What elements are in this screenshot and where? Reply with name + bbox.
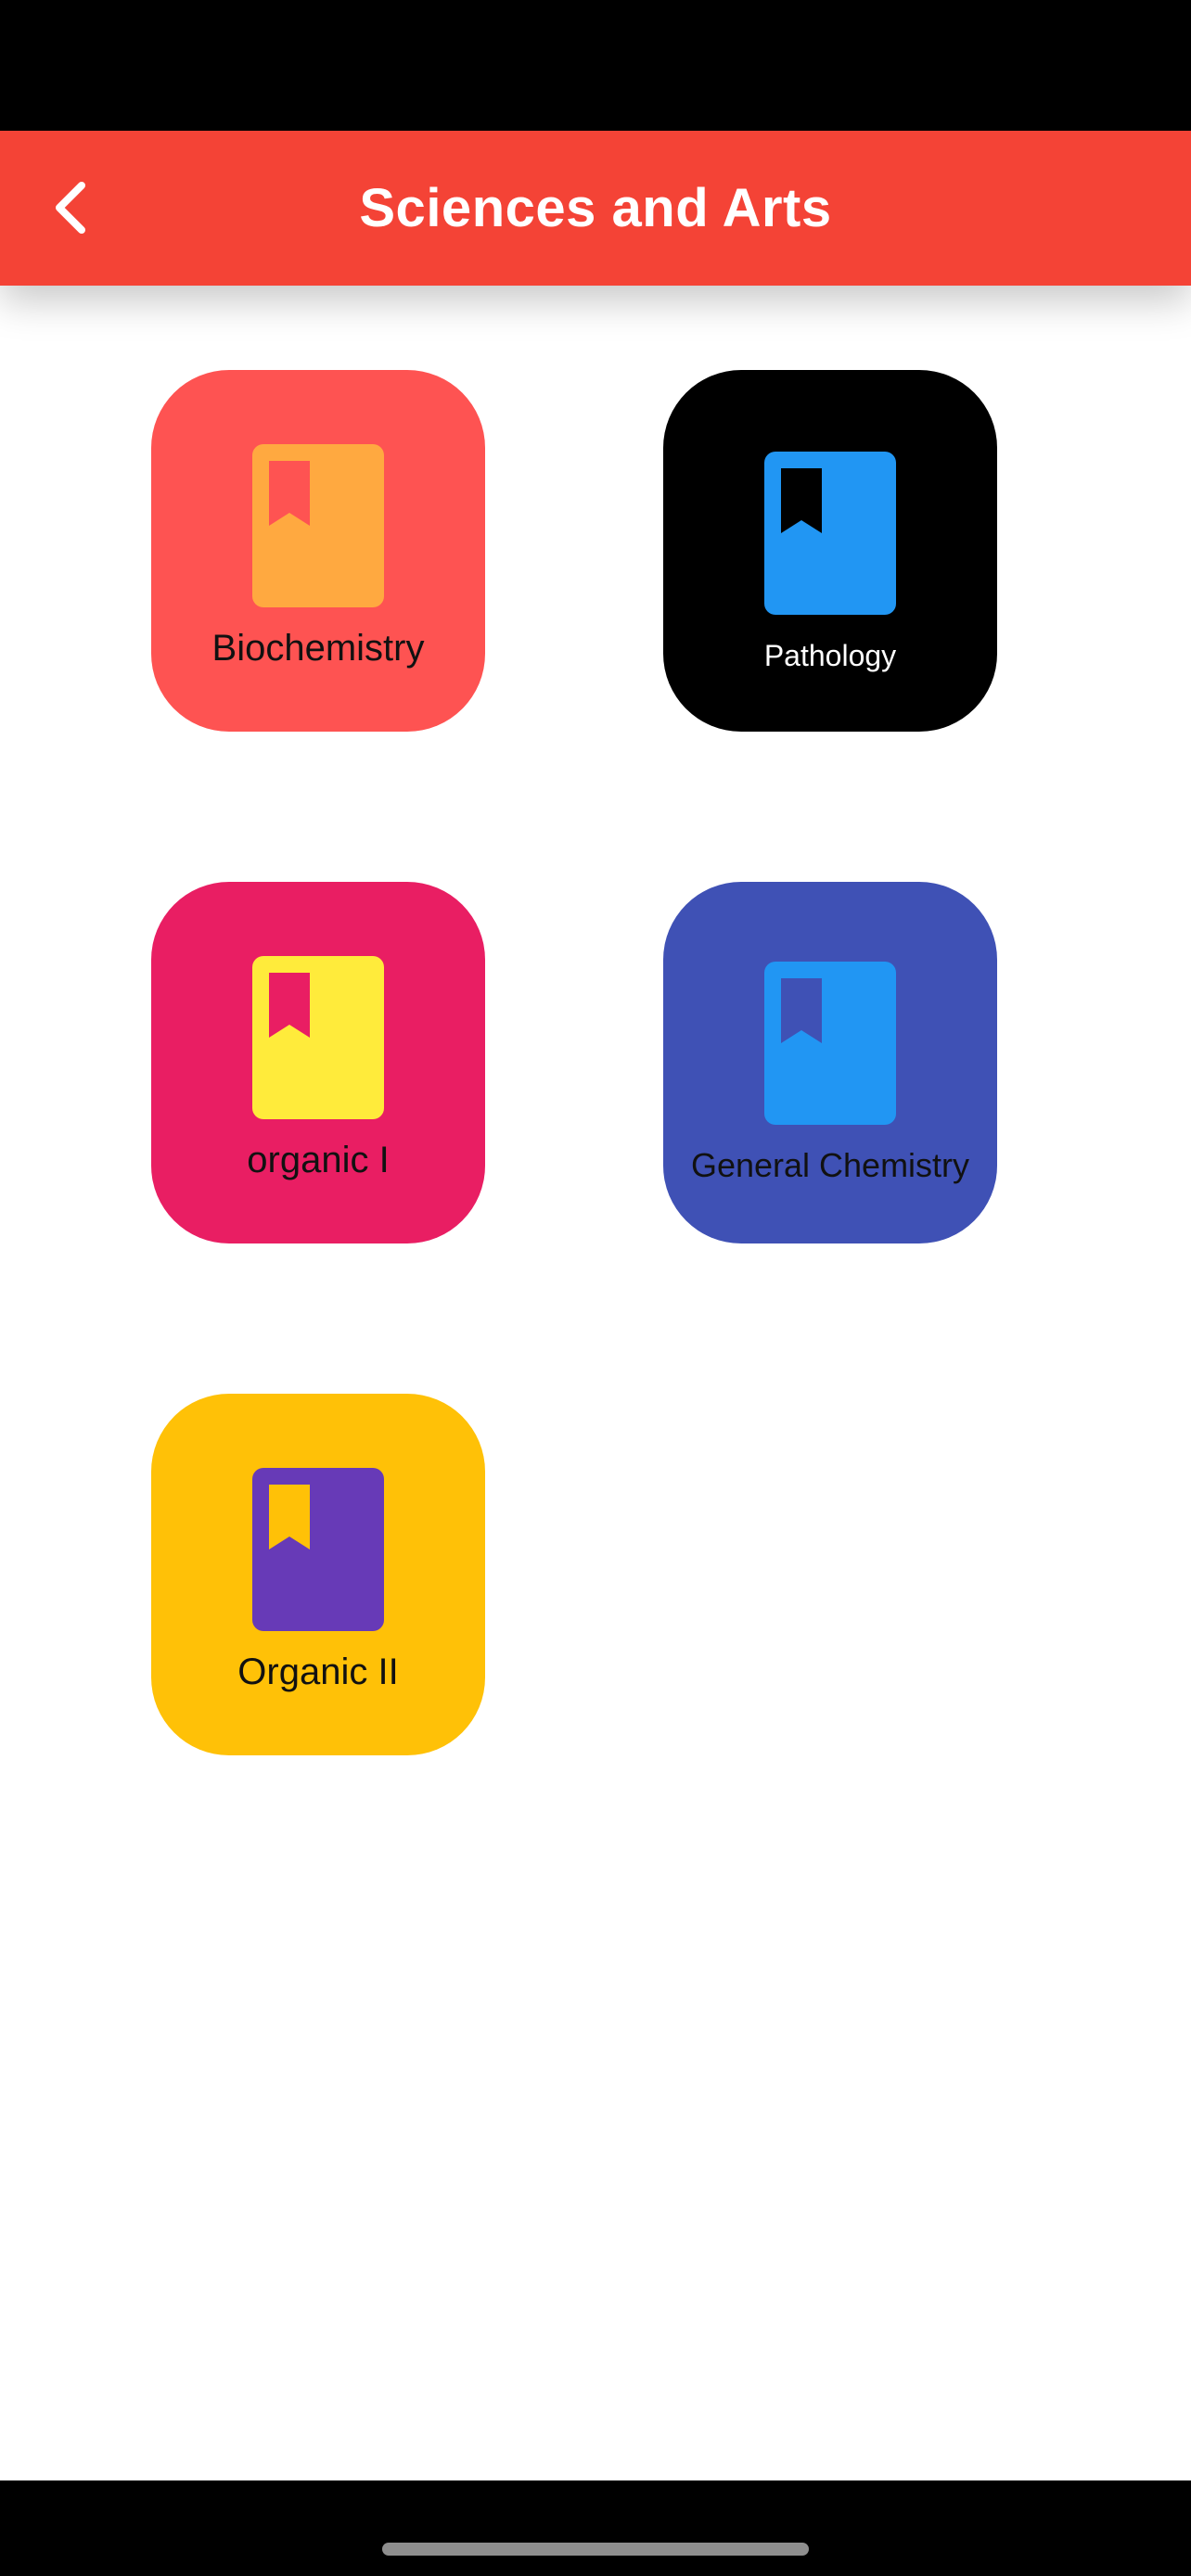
subject-grid: Biochemistry Pathology organic I General…	[0, 286, 1191, 2480]
tile-label: Organic II	[237, 1651, 399, 1692]
tile-label: Pathology	[763, 639, 897, 672]
tile-pathology[interactable]: Pathology	[663, 370, 997, 732]
bookmark-book-icon	[252, 956, 384, 1119]
tile-biochemistry[interactable]: Biochemistry	[151, 370, 485, 732]
status-bar	[0, 0, 1191, 131]
tile-organic-ii[interactable]: Organic II	[151, 1394, 485, 1755]
page-title: Sciences and Arts	[359, 178, 832, 238]
tile-general-chemistry[interactable]: General Chemistry	[663, 882, 997, 1243]
tile-organic-i[interactable]: organic I	[151, 882, 485, 1243]
tile-label: Biochemistry	[211, 628, 425, 669]
home-indicator[interactable]	[382, 2543, 809, 2556]
tile-label: organic I	[247, 1140, 390, 1180]
bookmark-book-icon	[764, 962, 896, 1125]
app-screen: Sciences and Arts Biochemistry Pathology…	[0, 0, 1191, 2576]
bookmark-book-icon	[252, 444, 384, 607]
tile-label: General Chemistry	[690, 1146, 970, 1184]
app-bar: Sciences and Arts	[0, 131, 1191, 286]
bookmark-book-icon	[764, 452, 896, 615]
bookmark-book-icon	[252, 1468, 384, 1631]
system-nav-bar	[0, 2480, 1191, 2576]
